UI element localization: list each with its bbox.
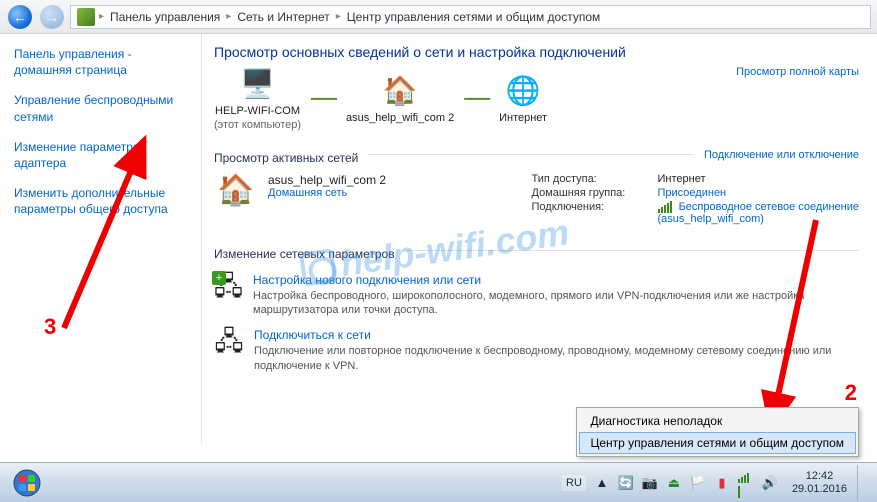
nav-back-button[interactable]: ← xyxy=(6,4,34,30)
view-full-map-link[interactable]: Просмотр полной карты xyxy=(736,66,859,78)
content-pane: Просмотр основных сведений о сети и наст… xyxy=(202,34,877,444)
connection-sub: (asus_help_wifi_com) xyxy=(658,213,764,225)
tray-context-menu: Диагностика неполадок Центр управления с… xyxy=(576,407,860,457)
breadcrumb-network-internet[interactable]: Сеть и Интернет xyxy=(231,10,335,24)
language-indicator[interactable]: RU xyxy=(562,475,586,491)
arrow-right-icon: → xyxy=(40,5,64,29)
ctx-diagnostics[interactable]: Диагностика неполадок xyxy=(579,410,857,432)
tray-flag-icon[interactable]: 🏳️ xyxy=(690,475,706,491)
access-type-label: Тип доступа: xyxy=(532,173,650,185)
start-button[interactable] xyxy=(6,467,48,499)
signal-bars-icon xyxy=(658,201,673,213)
network-type-link[interactable]: Домашняя сеть xyxy=(268,187,347,199)
active-network-row: 🏠 asus_help_wifi_com 2 Домашняя сеть Тип… xyxy=(214,169,859,231)
overview-computer-name: HELP-WIFI-COM xyxy=(214,104,301,118)
overview-computer[interactable]: 🖥️ HELP-WIFI-COM (этот компьютер) xyxy=(214,66,301,133)
tray-chevron-icon[interactable]: ▲ xyxy=(594,475,610,491)
house-icon: 🏠 xyxy=(214,173,258,209)
param-connect-network-title[interactable]: Подключиться к сети xyxy=(254,328,859,342)
breadcrumb-control-panel[interactable]: Панель управления xyxy=(104,10,226,24)
house-icon: 🏠 xyxy=(380,73,420,109)
param-connect-network[interactable]: 🖧 Подключиться к сети Подключение или по… xyxy=(214,328,859,374)
ctx-network-center[interactable]: Центр управления сетями и общим доступом xyxy=(579,432,857,454)
connection-link[interactable]: Беспроводное сетевое соединение xyxy=(679,201,859,213)
access-type-value: Интернет xyxy=(658,173,706,185)
sidebar-item-sharing[interactable]: Изменить дополнительные параметры общего… xyxy=(14,185,187,217)
breadcrumb[interactable]: ▸ Панель управления ▸ Сеть и Интернет ▸ … xyxy=(70,5,871,29)
homegroup-label: Домашняя группа: xyxy=(532,187,650,199)
clock-date: 29.01.2016 xyxy=(792,483,847,495)
network-setup-icon: +🖧 xyxy=(214,273,243,307)
arrow-left-icon: ← xyxy=(8,5,32,29)
clock-time: 12:42 xyxy=(792,470,847,482)
system-tray: RU ▲ 🔄 📷 ⏏ 🏳️ ▮ 🔊 12:42 29.01.2016 xyxy=(562,470,853,494)
overview-router-name: asus_help_wifi_com 2 xyxy=(346,111,454,125)
address-bar: ← → ▸ Панель управления ▸ Сеть и Интерне… xyxy=(0,0,877,34)
plus-icon: + xyxy=(212,271,226,285)
tray-volume-icon[interactable]: 🔊 xyxy=(762,475,778,491)
taskbar: RU ▲ 🔄 📷 ⏏ 🏳️ ▮ 🔊 12:42 29.01.2016 xyxy=(0,462,877,502)
param-new-connection[interactable]: +🖧 Настройка нового подключения или сети… xyxy=(214,273,859,319)
overview-internet-name: Интернет xyxy=(499,111,547,125)
sidebar-item-home[interactable]: Панель управления - домашняя страница xyxy=(14,46,187,78)
tray-network-icon[interactable] xyxy=(738,475,754,491)
tray-clock[interactable]: 12:42 29.01.2016 xyxy=(786,470,853,494)
show-desktop-button[interactable] xyxy=(857,465,871,501)
overview-internet[interactable]: 🌐 Интернет xyxy=(499,73,547,125)
param-connect-network-desc: Подключение или повторное подключение к … xyxy=(254,344,859,374)
windows-logo-icon xyxy=(13,469,41,497)
page-title: Просмотр основных сведений о сети и наст… xyxy=(214,44,859,60)
sidebar-item-wireless[interactable]: Управление беспроводными сетями xyxy=(14,92,187,124)
computer-icon: 🖥️ xyxy=(238,66,278,102)
tray-battery-icon[interactable]: ▮ xyxy=(714,475,730,491)
sidebar: Панель управления - домашняя страница Уп… xyxy=(0,34,202,444)
control-panel-icon xyxy=(77,8,95,26)
network-connect-icon: 🖧 xyxy=(214,328,244,362)
sidebar-item-adapter[interactable]: Изменение параметров адаптера xyxy=(14,139,187,171)
tray-camera-icon[interactable]: 📷 xyxy=(642,475,658,491)
main-area: Панель управления - домашняя страница Уп… xyxy=(0,34,877,444)
network-name: asus_help_wifi_com 2 xyxy=(268,173,386,187)
connection-line-icon: ━━━━ xyxy=(311,92,336,106)
tray-safely-remove-icon[interactable]: ⏏ xyxy=(666,475,682,491)
connections-label: Подключения: xyxy=(532,201,650,225)
globe-icon: 🌐 xyxy=(503,73,543,109)
active-networks-title: Просмотр активных сетей xyxy=(214,151,358,165)
tray-sync-icon[interactable]: 🔄 xyxy=(618,475,634,491)
nav-forward-button: → xyxy=(38,4,66,30)
param-new-connection-title[interactable]: Настройка нового подключения или сети xyxy=(253,273,859,287)
breadcrumb-network-center[interactable]: Центр управления сетями и общим доступом xyxy=(341,10,607,24)
network-params-title: Изменение сетевых параметров xyxy=(214,247,395,261)
connect-disconnect-link[interactable]: Подключение или отключение xyxy=(704,149,859,161)
connection-line-icon: ━━━━ xyxy=(464,92,489,106)
overview-computer-sub: (этот компьютер) xyxy=(214,118,301,132)
homegroup-value[interactable]: Присоединен xyxy=(658,187,727,199)
overview-router[interactable]: 🏠 asus_help_wifi_com 2 xyxy=(346,73,454,125)
network-overview: 🖥️ HELP-WIFI-COM (этот компьютер) ━━━━ 🏠… xyxy=(214,66,859,133)
param-new-connection-desc: Настройка беспроводного, широкополосного… xyxy=(253,289,859,319)
